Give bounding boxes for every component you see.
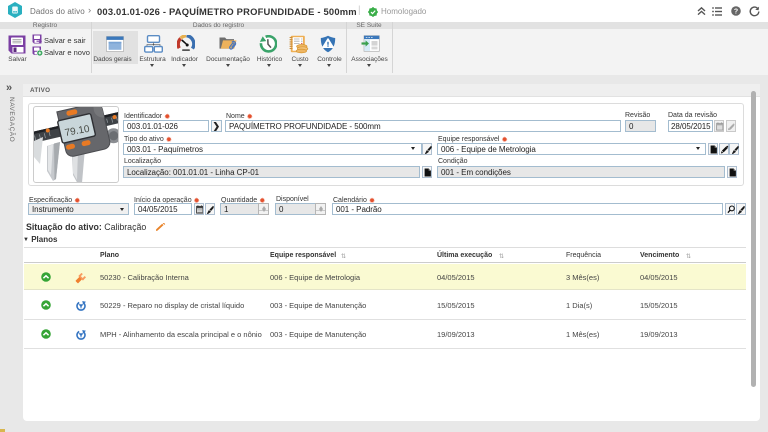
svg-text:?: ? xyxy=(734,9,738,16)
